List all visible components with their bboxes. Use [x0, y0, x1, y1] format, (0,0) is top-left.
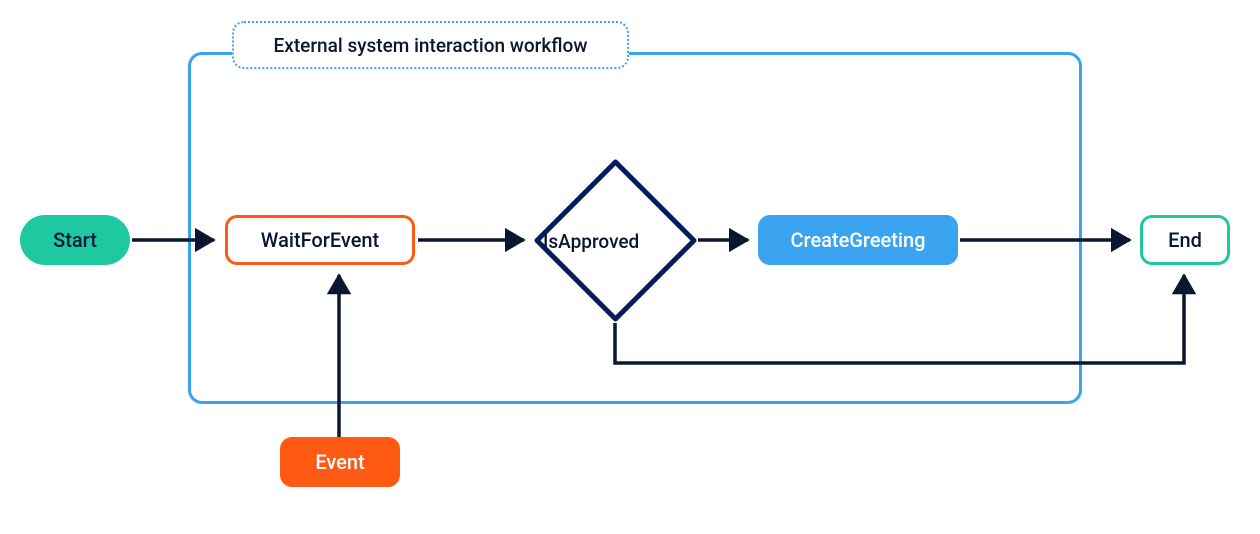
event-label: Event: [315, 450, 364, 474]
workflow-diagram: External system interaction workflow Sta…: [0, 0, 1260, 534]
is-approved-node: IsApproved: [543, 230, 639, 253]
create-greeting-label: CreateGreeting: [791, 228, 926, 252]
workflow-title-text: External system interaction workflow: [274, 34, 588, 57]
wait-for-event-node: WaitForEvent: [225, 215, 415, 265]
workflow-title-box: External system interaction workflow: [232, 21, 629, 69]
event-node: Event: [280, 437, 400, 487]
is-approved-label: IsApproved: [543, 230, 639, 253]
wait-label: WaitForEvent: [261, 228, 379, 252]
start-label: Start: [53, 228, 97, 252]
start-node: Start: [20, 215, 130, 265]
create-greeting-node: CreateGreeting: [758, 215, 958, 265]
end-node: End: [1140, 215, 1230, 265]
end-label: End: [1168, 228, 1202, 252]
